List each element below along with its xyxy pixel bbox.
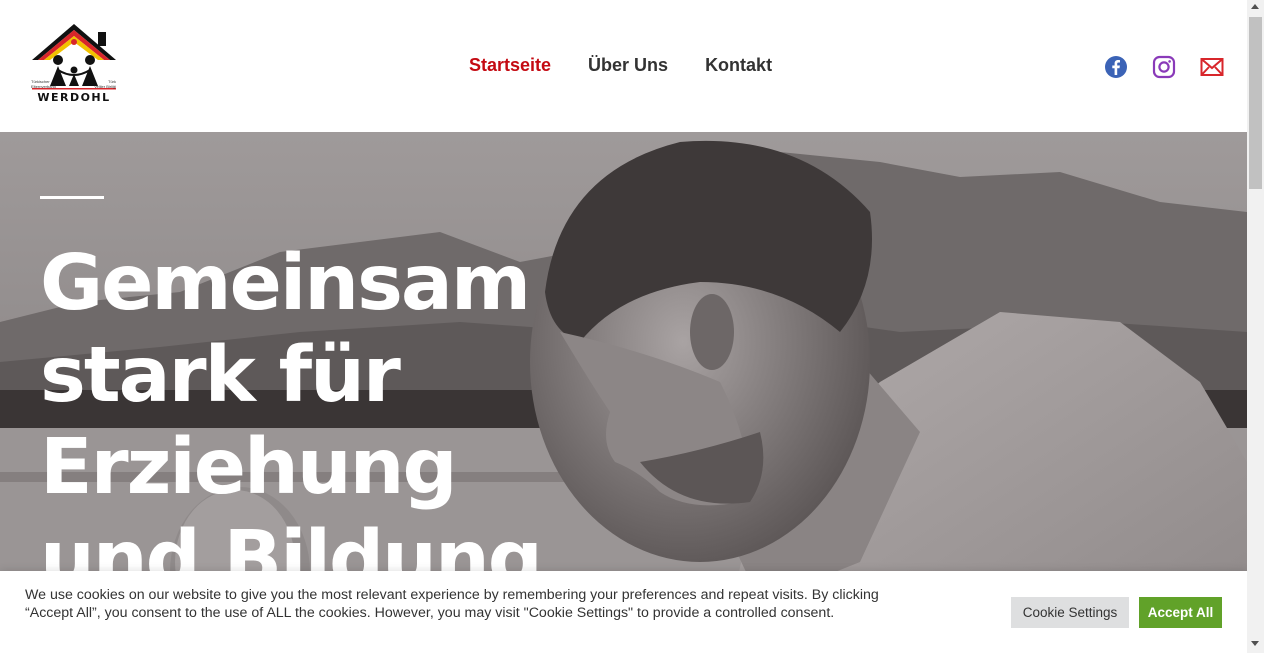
email-icon[interactable] bbox=[1200, 55, 1224, 79]
scroll-up-arrow-icon[interactable] bbox=[1251, 4, 1259, 9]
site-header: Türkischer Elternverband Türk Veliler Bi… bbox=[0, 0, 1247, 132]
page-scrollbar[interactable] bbox=[1247, 0, 1264, 653]
logo-name: WERDOHL bbox=[37, 91, 111, 104]
logo-subtitle-tr: Türk Veliler Birliği bbox=[94, 79, 116, 89]
accept-all-button[interactable]: Accept All bbox=[1139, 597, 1222, 628]
nav-item-ueber-uns[interactable]: Über Uns bbox=[588, 55, 668, 76]
cookie-consent-bar: We use cookies on our website to give yo… bbox=[0, 571, 1247, 653]
nav-item-startseite[interactable]: Startseite bbox=[469, 55, 551, 76]
facebook-icon[interactable] bbox=[1104, 55, 1128, 79]
scroll-down-arrow-icon[interactable] bbox=[1251, 641, 1259, 646]
site-logo[interactable]: Türkischer Elternverband Türk Veliler Bi… bbox=[28, 22, 120, 108]
hero-accent-line bbox=[40, 196, 104, 199]
hero-title: Gemeinsam stark für Erziehung und Bildun… bbox=[40, 239, 543, 604]
logo-subtitle-de: Türkischer Elternverband bbox=[31, 79, 56, 89]
nav-item-kontakt[interactable]: Kontakt bbox=[705, 55, 772, 76]
cookie-text: We use cookies on our website to give yo… bbox=[25, 587, 879, 621]
scroll-thumb[interactable] bbox=[1249, 17, 1262, 189]
social-links bbox=[1104, 55, 1224, 79]
instagram-icon[interactable] bbox=[1152, 55, 1176, 79]
main-nav: Startseite Über Uns Kontakt bbox=[469, 55, 772, 76]
cookie-settings-button[interactable]: Cookie Settings bbox=[1011, 597, 1129, 628]
